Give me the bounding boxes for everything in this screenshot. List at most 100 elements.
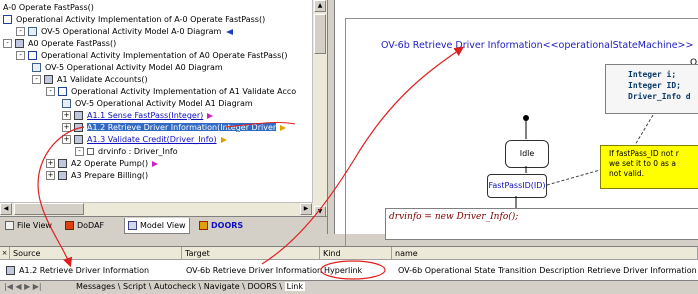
diagram-connectors [515,114,654,208]
column-header-name[interactable]: name [392,247,698,260]
tree-item-label: OV-5 Operational Activity Model A0 Diagr… [45,63,223,72]
tree-item[interactable]: OV-5 Operational Activity Model A0 Diagr… [32,62,223,74]
activity-implementation-icon [58,87,67,96]
tree-item[interactable]: + A2 Operate Pump() [46,158,159,170]
tab-navigate[interactable]: Navigate [204,282,240,291]
tree-horizontal-scrollbar[interactable]: ◀ ▶ [0,202,313,216]
activity-icon [74,135,83,144]
tab-nav-arrows[interactable]: |◀ ◀ ▶ ▶| [0,281,76,293]
tab-messages[interactable]: Messages [76,282,115,291]
tree-item-label: Operational Activity Implementation of A… [41,51,288,60]
tree-item[interactable]: Operational Activity Implementation of A… [3,14,265,26]
browser-tab-bar: File View DoDAF Model View DOORS [0,216,327,235]
file-icon [5,221,14,230]
tree-item-selected[interactable]: + A1.2 Retrieve Driver Information(Intege… [62,122,287,134]
doors-icon [199,221,208,230]
tree-item[interactable]: - A1 Validate Accounts() [32,74,148,86]
tree-item[interactable]: - OV-5 Operational Activity Model A-0 Dia… [16,26,234,38]
collapse-icon[interactable]: - [32,75,41,84]
tab-file-view[interactable]: File View [2,218,55,233]
activity-icon [15,39,24,48]
tree-item-label: drvinfo : Driver_Info [98,147,178,156]
initial-state-dot [523,115,529,121]
tree-item-label: Operational Activity Implementation of A… [16,15,266,24]
table-corner: × [0,247,10,260]
tree-item-label: OV-5 Operational Activity Model A-0 Diag… [41,27,222,36]
tab-autocheck[interactable]: Autocheck [154,282,196,291]
tree-item[interactable]: + A1.1 Sense FastPass(Integer) [62,110,214,122]
collapse-icon[interactable]: - [3,39,12,48]
cell-source[interactable]: A1.2 Retrieve Driver Information [6,264,149,277]
expand-icon[interactable]: + [62,135,71,144]
hyperlink-flag-icon [280,124,287,131]
collapse-icon[interactable]: - [46,87,55,96]
tab-doors[interactable]: DOORS [196,218,246,233]
activity-implementation-icon [3,15,12,24]
tree-item[interactable]: - Operational Activity Implementation of … [16,50,287,62]
model-icon [128,221,137,230]
tree-item-label: OV-5 Operational Activity Model A1 Diagr… [75,99,253,108]
state-flag-icon [152,160,159,167]
scroll-thumb[interactable] [314,14,326,54]
cell-target[interactable]: OV-6b Retrieve Driver Information [186,264,322,277]
model-tree-pane[interactable]: A-0 Operate FastPass() Operational Activ… [0,0,328,234]
expand-icon[interactable]: + [46,171,55,180]
expand-icon[interactable]: + [62,123,71,132]
diagram-icon [62,99,71,108]
cell-name[interactable]: OV-6b Operational State Transition Descr… [398,264,697,277]
expand-icon[interactable]: + [62,111,71,120]
state-flag-icon [207,112,214,119]
tree-vertical-scrollbar[interactable]: ▲ ▼ [312,0,327,220]
activity-icon [6,266,15,275]
tree-item[interactable]: - drvinfo : Driver_Info [75,146,178,158]
dodaf-icon [65,221,74,230]
activity-icon [58,171,67,180]
column-header-target[interactable]: Target [182,247,320,260]
scroll-right-icon[interactable]: ▶ [300,203,312,215]
tree-item[interactable]: - Operational Activity Implementation of … [46,86,296,98]
scroll-left-icon[interactable]: ◀ [0,203,12,215]
activity-icon [74,111,83,120]
activity-icon [74,123,83,132]
tab-link[interactable]: Link [284,282,306,291]
tree-item[interactable]: A-0 Operate FastPass() [3,2,94,14]
column-header-source[interactable]: Source [10,247,182,260]
column-header-kind[interactable]: Kind [320,247,392,260]
diagram-icon [28,27,37,36]
tree-item-label: Operational Activity Implementation of A… [71,87,297,96]
note-anchor-line [634,114,654,146]
tree-item-label: A1 Validate Accounts() [57,75,148,84]
tree-item[interactable]: + A3 Prepare Billing() [46,170,148,180]
tree-item-label: A3 Prepare Billing() [71,171,149,180]
tab-doors-output[interactable]: DOORS [247,282,276,291]
variable-icon [87,148,94,155]
tab-model-view[interactable]: Model View [124,218,190,234]
tree-item-label: A1.3 Validate Credit(Driver_Info) [87,135,217,144]
hyperlink-flag-icon [226,28,234,35]
scroll-up-icon[interactable]: ▲ [314,0,326,12]
tree-item[interactable]: OV-5 Operational Activity Model A1 Diagr… [62,98,253,110]
scroll-thumb[interactable] [14,203,84,215]
tree-item-label: A0 Operate FastPass() [28,39,117,48]
state-flag-icon [220,136,227,143]
tree-item-label: A1.2 Retrieve Driver Information(Integer… [87,123,277,132]
tab-dodaf[interactable]: DoDAF [62,218,107,233]
tree-item-label: A1.1 Sense FastPass(Integer) [87,111,204,120]
activity-icon [58,159,67,168]
collapse-icon[interactable]: - [16,51,25,60]
expand-icon[interactable]: + [46,159,55,168]
expand-icon[interactable]: - [16,27,25,36]
tree-item[interactable]: + A1.3 Validate Credit(Driver_Info) [62,134,227,146]
tree-item-label: A-0 Operate FastPass() [3,3,94,12]
note-anchor-line [546,169,601,186]
tab-script[interactable]: Script [123,282,146,291]
output-tab-bar: |◀ ◀ ▶ ▶| Messages \ Script \ Autocheck \… [0,280,698,294]
diagram-icon [32,63,41,72]
tree-item-label: A2 Operate Pump() [71,159,149,168]
diagram-pane[interactable]: OV-6b Retrieve Driver Information<<opera… [334,0,698,250]
tree-item[interactable]: - A0 Operate FastPass() [3,38,116,50]
cell-kind[interactable]: Hyperlink [324,264,362,277]
activity-implementation-icon [28,51,37,60]
activity-icon [44,75,53,84]
collapse-icon[interactable]: - [75,147,84,156]
